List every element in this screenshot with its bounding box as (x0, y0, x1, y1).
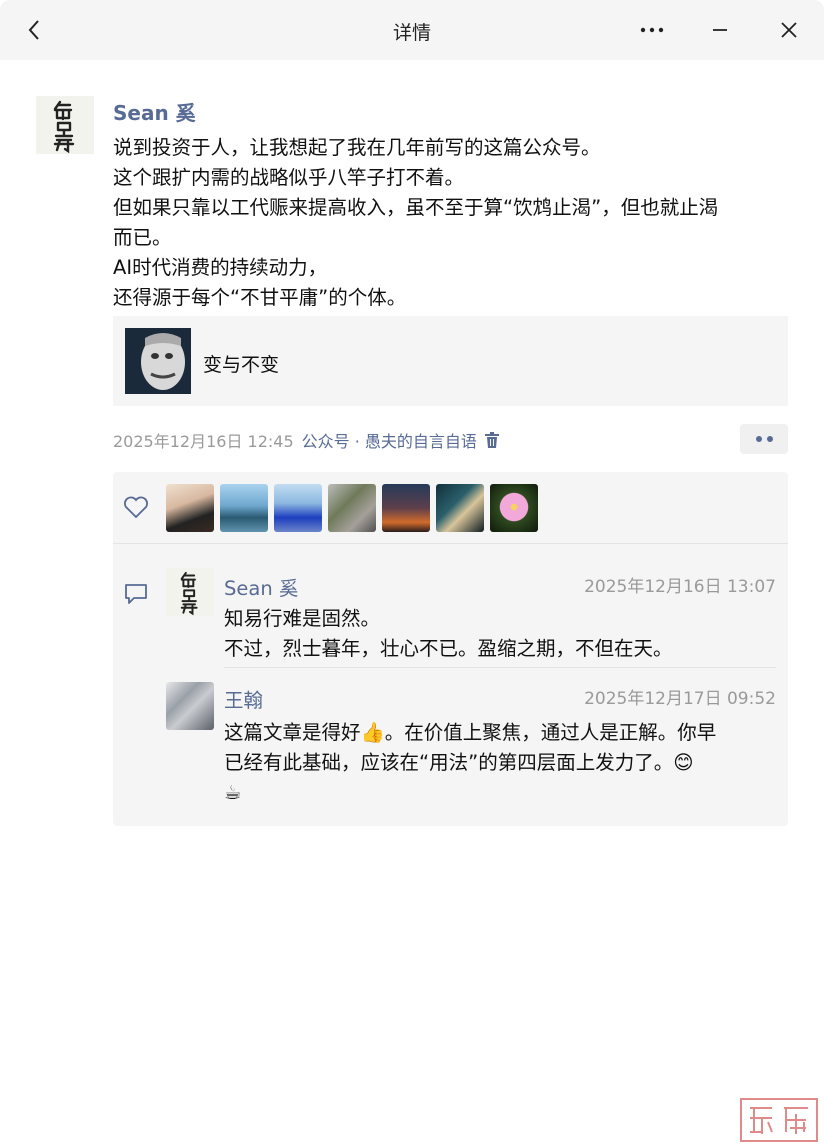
close-button[interactable] (775, 16, 803, 44)
trash-icon (484, 432, 499, 448)
comment-text: 这篇文章是得好👍。在价值上聚焦，通过人是正解。你早 已经有此基础，应该在“用法”… (224, 718, 776, 808)
comment-line: 不过，烈士暮年，壮心不已。盈缩之期，不但在天。 (224, 637, 673, 660)
post-meta: 2025年12月16日 12:45 公众号 · 愚夫的自言自语 (113, 428, 499, 452)
comment-line: 知易行难是固然。 (224, 607, 381, 630)
comment-avatar[interactable] (166, 682, 214, 730)
comment-time: 2025年12月16日 13:07 (584, 577, 776, 597)
comment-line: 已经有此基础，应该在“用法”的第四层面上发力了。😊 (224, 751, 694, 774)
title-bar: 详情 (0, 0, 824, 60)
minimize-button[interactable] (706, 16, 734, 44)
post-line: 这个跟扩内需的战略似乎八竿子打不着。 (113, 166, 465, 189)
interaction-panel: Sean 奚 2025年12月16日 13:07 知易行难是固然。 不过，烈士暮… (113, 472, 788, 826)
comment-line: ☕ (224, 781, 242, 804)
likes-row (113, 472, 788, 544)
article-thumbnail (125, 328, 191, 394)
author-avatar[interactable] (36, 96, 94, 154)
liker-avatars (166, 484, 538, 532)
calligraphy-avatar-image (166, 568, 214, 616)
comment-avatar[interactable] (166, 568, 214, 616)
comment-time: 2025年12月17日 09:52 (584, 689, 776, 709)
liker-avatar[interactable] (166, 484, 214, 532)
close-icon (781, 22, 797, 38)
comment-author[interactable]: Sean 奚 (224, 572, 298, 601)
post-line: 还得源于每个“不甘平庸”的个体。 (113, 286, 407, 309)
comment-icon (125, 584, 147, 604)
post-line: 而已。 (113, 226, 172, 249)
seal-icon (750, 1107, 808, 1134)
heart-icon (124, 496, 148, 519)
article-link-card[interactable]: 变与不变 (113, 316, 788, 406)
liker-avatar[interactable] (436, 484, 484, 532)
post-actions-button[interactable] (740, 424, 788, 454)
comment-text: 知易行难是固然。 不过，烈士暮年，壮心不已。盈缩之期，不但在天。 (224, 604, 776, 664)
liker-avatar[interactable] (382, 484, 430, 532)
delete-button[interactable] (484, 432, 499, 448)
more-horizontal-icon (640, 27, 664, 33)
post-line: 说到投资于人，让我想起了我在几年前写的这篇公众号。 (113, 136, 601, 159)
dot-icon (766, 436, 773, 442)
calligraphy-avatar-image (36, 96, 94, 154)
post-timestamp: 2025年12月16日 12:45 (113, 432, 294, 451)
liker-avatar[interactable] (274, 484, 322, 532)
post-line: 但如果只靠以工代赈来提高收入，虽不至于算“饮鸩止渴”，但也就止渴 (113, 196, 719, 219)
comment-divider (224, 667, 776, 668)
dot-icon (755, 436, 762, 442)
window-title: 详情 (392, 22, 431, 44)
article-title: 变与不变 (203, 354, 280, 376)
liker-avatar[interactable] (328, 484, 376, 532)
watermark-seal (740, 1098, 818, 1142)
post-source-link[interactable]: 公众号 · 愚夫的自言自语 (302, 428, 477, 452)
more-button[interactable] (638, 16, 666, 44)
post-line: AI时代消费的持续动力， (113, 256, 328, 279)
liker-avatar[interactable] (220, 484, 268, 532)
minimize-icon (713, 29, 727, 31)
comment-author[interactable]: 王翰 (224, 684, 263, 713)
post-body: 说到投资于人，让我想起了我在几年前写的这篇公众号。 这个跟扩内需的战略似乎八竿子… (113, 133, 793, 313)
comment-line: 这篇文章是得好👍。在价值上聚焦，通过人是正解。你早 (224, 721, 717, 744)
liker-avatar[interactable] (490, 484, 538, 532)
author-name[interactable]: Sean 奚 (113, 97, 196, 126)
